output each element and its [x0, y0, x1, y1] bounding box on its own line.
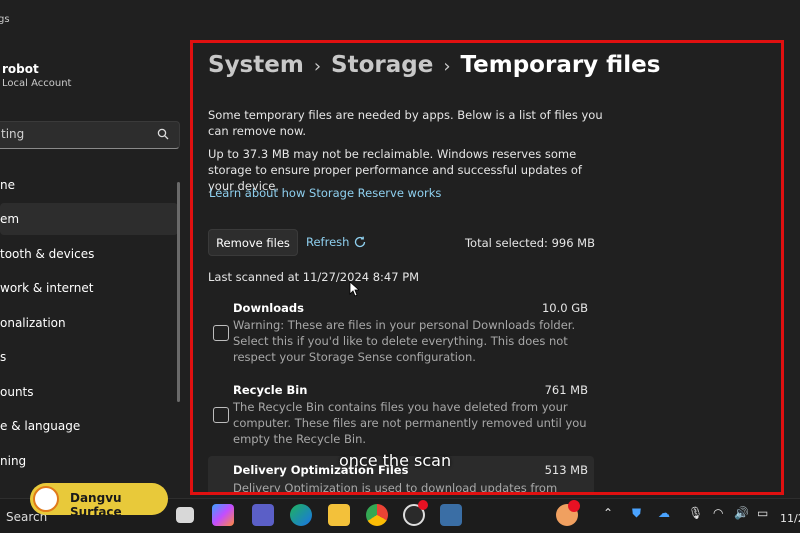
- refresh-button[interactable]: Refresh: [306, 235, 367, 249]
- item-size: 513 MB: [544, 463, 588, 477]
- clock[interactable]: 11/2: [780, 512, 800, 525]
- search-input[interactable]: [1, 127, 151, 141]
- chrome-icon[interactable]: [366, 504, 388, 526]
- sidebar-item-system[interactable]: em: [0, 203, 178, 235]
- refresh-icon: [355, 236, 366, 248]
- file-explorer-icon[interactable]: [328, 504, 350, 526]
- defender-icon[interactable]: ⛊: [632, 506, 641, 521]
- brand-watermark: Dangvu Surface: [30, 483, 168, 519]
- onedrive-icon[interactable]: ☁: [658, 506, 670, 520]
- breadcrumb-storage[interactable]: Storage: [331, 52, 433, 78]
- copilot-icon[interactable]: [212, 504, 234, 526]
- sidebar-scrollbar[interactable]: [177, 182, 180, 402]
- sidebar-item-label: work & internet: [0, 281, 94, 295]
- sidebar-item-label: ning: [0, 454, 27, 468]
- sidebar-item-network[interactable]: work & internet: [0, 272, 178, 304]
- downloads-checkbox[interactable]: [213, 325, 229, 341]
- sidebar-item-label: ounts: [0, 385, 34, 399]
- item-title: Recycle Bin: [233, 383, 308, 397]
- account-type: Local Account: [2, 78, 72, 89]
- intro-text: Some temporary files are needed by apps.…: [208, 108, 603, 138]
- video-caption: once the scan: [339, 451, 452, 470]
- wifi-icon[interactable]: ◠: [713, 506, 723, 520]
- temporary-files-panel: System › Storage › Temporary files Some temp…: [190, 40, 784, 495]
- sidebar-item-time-language[interactable]: e & language: [0, 410, 178, 442]
- breadcrumb-system[interactable]: System: [208, 52, 304, 78]
- sidebar-item-gaming[interactable]: ning: [0, 445, 178, 477]
- item-title: Downloads: [233, 301, 304, 315]
- account-name: robot: [2, 62, 39, 76]
- brand-name: Dangvu Surface: [70, 491, 122, 519]
- teams-icon[interactable]: [252, 504, 274, 526]
- volume-icon[interactable]: 🔊: [734, 506, 749, 520]
- settings-gear-icon[interactable]: [440, 504, 462, 526]
- sidebar-item-label: em: [0, 212, 20, 226]
- settings-search[interactable]: [0, 121, 180, 149]
- brand-logo-icon: [33, 486, 59, 512]
- sidebar-item-bluetooth[interactable]: tooth & devices: [0, 238, 178, 270]
- page-title: Temporary files: [460, 52, 661, 78]
- sidebar-item-label: onalization: [0, 316, 66, 330]
- edge-icon[interactable]: [290, 504, 312, 526]
- list-item-downloads: Downloads 10.0 GB Warning: These are fil…: [208, 296, 594, 366]
- sidebar-item-apps[interactable]: s: [0, 341, 178, 373]
- sidebar-item-label: e & language: [0, 419, 81, 433]
- recycle-bin-checkbox[interactable]: [213, 407, 229, 423]
- sidebar-item-label: tooth & devices: [0, 247, 95, 261]
- task-view-icon[interactable]: [176, 507, 194, 523]
- last-scanned: Last scanned at 11/27/2024 8:47 PM: [208, 270, 420, 284]
- total-selected: Total selected: 996 MB: [464, 236, 595, 250]
- microphone-icon[interactable]: 🎙: [688, 506, 703, 520]
- battery-icon[interactable]: ▭: [757, 506, 768, 520]
- item-description: The Recycle Bin contains files you have …: [233, 400, 587, 446]
- sidebar-item-personalization[interactable]: onalization: [0, 307, 178, 339]
- sidebar-item-label: s: [0, 350, 7, 364]
- window-title: gs: [0, 14, 10, 25]
- sidebar-item-label: ne: [0, 178, 15, 192]
- mouse-cursor-icon: [349, 281, 359, 297]
- chevron-right-icon: ›: [443, 56, 451, 77]
- item-size: 761 MB: [544, 383, 588, 397]
- item-description: Warning: These are files in your persona…: [233, 318, 576, 364]
- remove-files-button[interactable]: Remove files: [208, 229, 298, 256]
- sidebar-item-home[interactable]: ne: [0, 169, 178, 201]
- breadcrumb: System › Storage › Temporary files: [208, 52, 660, 78]
- weather-badge: [568, 500, 580, 512]
- chevron-up-icon[interactable]: ⌃: [603, 506, 613, 520]
- item-description: Delivery Optimization is used to downloa…: [233, 481, 558, 495]
- notification-badge: [418, 500, 428, 510]
- refresh-label: Refresh: [306, 235, 350, 249]
- storage-reserve-link[interactable]: Learn about how Storage Reserve works: [209, 186, 441, 200]
- item-size: 10.0 GB: [541, 301, 588, 315]
- chevron-right-icon: ›: [313, 56, 322, 77]
- list-item-recycle-bin: Recycle Bin 761 MB The Recycle Bin conta…: [208, 378, 594, 448]
- sidebar-item-accounts[interactable]: ounts: [0, 376, 178, 408]
- settings-sidebar: gs robot Local Account ne em tooth & dev…: [0, 0, 190, 498]
- search-icon[interactable]: [157, 128, 169, 140]
